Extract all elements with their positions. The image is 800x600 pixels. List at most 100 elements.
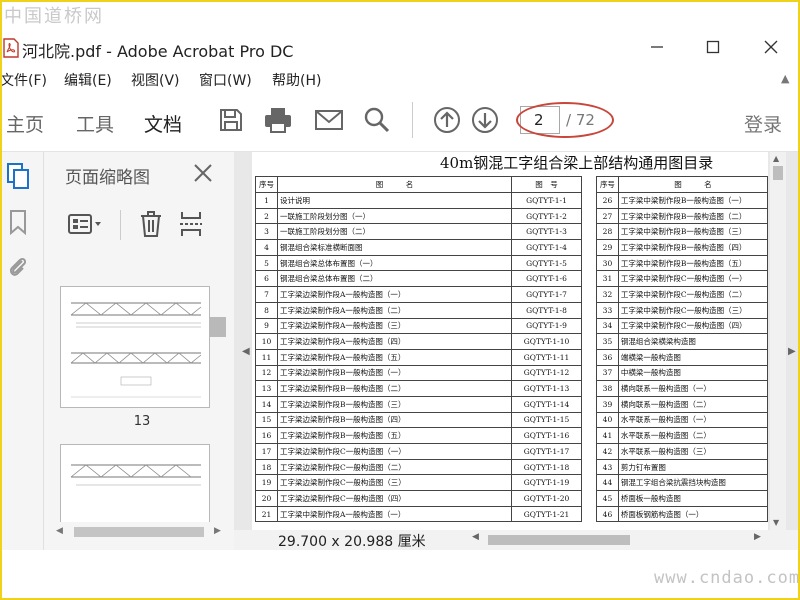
row-number: 32: [596, 286, 619, 303]
row-drawing-code: GQTYT-1-16: [511, 427, 582, 444]
row-number: 38: [596, 380, 619, 397]
menu-help[interactable]: 帮助(H): [272, 70, 321, 90]
row-drawing-name: 工字梁边梁制作段B一般构造图（五）: [277, 427, 512, 444]
close-panel-button[interactable]: [190, 160, 216, 186]
scroll-left-icon[interactable]: ◀: [56, 526, 63, 536]
table-row: 6 钢混组合梁总体布置图（二） GQTYT-1-6: [255, 270, 582, 288]
row-drawing-name: 工字梁中梁制作段C一般构造图（三）: [617, 301, 768, 319]
bookmark-icon[interactable]: [6, 208, 30, 236]
scroll-left-icon[interactable]: ◀: [472, 532, 479, 542]
row-drawing-name: 端横梁一般构造图: [617, 348, 768, 366]
tab-document[interactable]: 文档: [144, 110, 182, 137]
row-number: 40: [596, 411, 619, 429]
row-number: 11: [255, 348, 278, 366]
page-thumbnail[interactable]: [60, 444, 210, 522]
watermark-bottom: www.cndao.com: [654, 568, 800, 588]
page-thumbnail[interactable]: [60, 286, 210, 408]
minimize-button[interactable]: [642, 34, 672, 60]
table-row: 46 桥面板钢筋构造图（一）: [596, 505, 768, 523]
thumbnail-list[interactable]: 13: [58, 258, 222, 522]
tab-tools[interactable]: 工具: [76, 110, 114, 137]
table-row: 31 工字梁中梁制作段C一般构造图（一）: [596, 270, 768, 288]
table-row: 18 工字梁边梁制作段C一般构造图（二） GQTYT-1-18: [255, 458, 582, 476]
table-row: 7 工字梁边梁制作段A一般构造图（一） GQTYT-1-7: [255, 286, 582, 303]
close-icon: [764, 40, 778, 54]
close-window-button[interactable]: [756, 34, 786, 60]
row-drawing-name: 桥面板钢筋构造图（一）: [617, 505, 768, 523]
page-down-icon[interactable]: [470, 104, 500, 136]
row-drawing-name: 工字梁边梁制作段C一般构造图（一）: [277, 443, 512, 460]
row-drawing-name: 钢混组合梁横梁构造图: [617, 333, 768, 350]
row-drawing-name: 工字梁边梁制作段A一般构造图（二）: [277, 301, 512, 319]
row-drawing-name: 工字梁边梁制作段A一般构造图（四）: [277, 333, 512, 350]
scroll-down-icon[interactable]: ▼: [773, 518, 779, 527]
page-number-input[interactable]: 2: [520, 106, 560, 134]
table-row: 13 工字梁边梁制作段B一般构造图（二） GQTYT-1-13: [255, 380, 582, 397]
menu-bar: 文件(F) 编辑(E) 视图(V) 窗口(W) 帮助(H) ▲: [0, 68, 800, 92]
row-drawing-code: GQTYT-1-12: [511, 364, 582, 382]
collapse-left-panel-icon[interactable]: ◀: [242, 346, 250, 357]
page-size-readout: 29.700 x 20.988 厘米: [278, 534, 426, 550]
menu-window[interactable]: 窗口(W): [199, 70, 252, 90]
row-number: 33: [596, 301, 619, 319]
row-number: 5: [255, 254, 278, 272]
row-number: 4: [255, 239, 278, 256]
scroll-up-icon[interactable]: ▲: [773, 154, 779, 163]
table-row: 40 水平联系一般构造图（一）: [596, 411, 768, 429]
vertical-scroll-thumb[interactable]: [773, 166, 783, 180]
menu-view[interactable]: 视图(V): [131, 70, 180, 90]
page-thumbnails-icon[interactable]: [6, 162, 30, 190]
document-horizontal-scroll-thumb[interactable]: [488, 535, 630, 545]
row-number: 31: [596, 270, 619, 288]
save-icon[interactable]: [216, 104, 246, 136]
row-number: 9: [255, 317, 278, 335]
scroll-right-icon[interactable]: ▶: [214, 526, 221, 536]
row-drawing-code: GQTYT-1-18: [511, 458, 582, 476]
scroll-right-icon[interactable]: ▶: [754, 532, 761, 542]
thumbnail-options-button[interactable]: [66, 208, 106, 240]
row-number: 43: [596, 458, 619, 476]
menu-file[interactable]: 文件(F): [0, 70, 47, 90]
page-up-icon[interactable]: [432, 104, 462, 136]
row-drawing-code: GQTYT-1-8: [511, 301, 582, 319]
print-icon[interactable]: [263, 104, 293, 136]
row-drawing-code: GQTYT-1-4: [511, 239, 582, 256]
header-code: 图 号: [511, 176, 582, 193]
thumbnail-horizontal-scrollbar[interactable]: ◀ ▶: [54, 524, 226, 540]
tab-home[interactable]: 主页: [6, 110, 44, 137]
row-drawing-name: 工字梁边梁制作段C一般构造图（二）: [277, 458, 512, 476]
header-name: 图 名: [277, 176, 512, 193]
attachment-icon[interactable]: [6, 252, 30, 280]
table-row: 21 工字梁中梁制作段A一般构造图（一） GQTYT-1-21: [255, 505, 582, 523]
row-drawing-name: 水平联系一般构造图（二）: [617, 427, 768, 444]
index-table-right: 序号 图 名 26 工字梁中梁制作段B一般构造图（一） 27 工字梁中梁制作段B一般构…: [596, 176, 768, 523]
collapse-right-panel-icon[interactable]: ▶: [788, 346, 796, 357]
mail-icon[interactable]: [314, 104, 344, 136]
menu-edit[interactable]: 编辑(E): [64, 70, 112, 90]
row-number: 12: [255, 364, 278, 382]
row-drawing-name: 钢混工字组合梁抗震挡块构造图: [617, 474, 768, 492]
row-number: 44: [596, 474, 619, 492]
title-bar: 中国道桥网 河北院.pdf - Adobe Acrobat Pro DC: [0, 0, 800, 68]
row-number: 35: [596, 333, 619, 350]
document-vertical-scrollbar[interactable]: ▲ ▼: [770, 152, 786, 530]
row-drawing-name: 工字梁中梁制作段C一般构造图（四）: [617, 317, 768, 335]
panel-toolbar-divider: [120, 210, 121, 240]
login-button[interactable]: 登录: [744, 110, 782, 137]
row-drawing-name: 钢混组合梁总体布置图（一）: [277, 254, 512, 272]
maximize-button[interactable]: [698, 34, 728, 60]
thumbnail-scrollbar[interactable]: [210, 317, 226, 337]
row-number: 10: [255, 333, 278, 350]
table-row: 44 钢混工字组合梁抗震挡块构造图: [596, 474, 768, 492]
table-header-row: 序号 图 名 图 号: [255, 176, 582, 193]
horizontal-scroll-thumb[interactable]: [74, 527, 204, 537]
collapse-menu-icon[interactable]: ▲: [781, 72, 789, 85]
table-row: 29 工字梁中梁制作段B一般构造图（四）: [596, 239, 768, 256]
document-viewer[interactable]: ◀ ▶ 40m钢混工字组合梁上部结构通用图目录 序号 图 名 图 号 1 设计说明…: [234, 152, 800, 550]
table-row: 32 工字梁中梁制作段C一般构造图（二）: [596, 286, 768, 303]
delete-page-icon[interactable]: [136, 208, 166, 240]
search-icon[interactable]: [362, 104, 392, 136]
row-drawing-code: GQTYT-1-1: [511, 192, 582, 209]
insert-page-icon[interactable]: [176, 208, 206, 240]
row-number: 7: [255, 286, 278, 303]
